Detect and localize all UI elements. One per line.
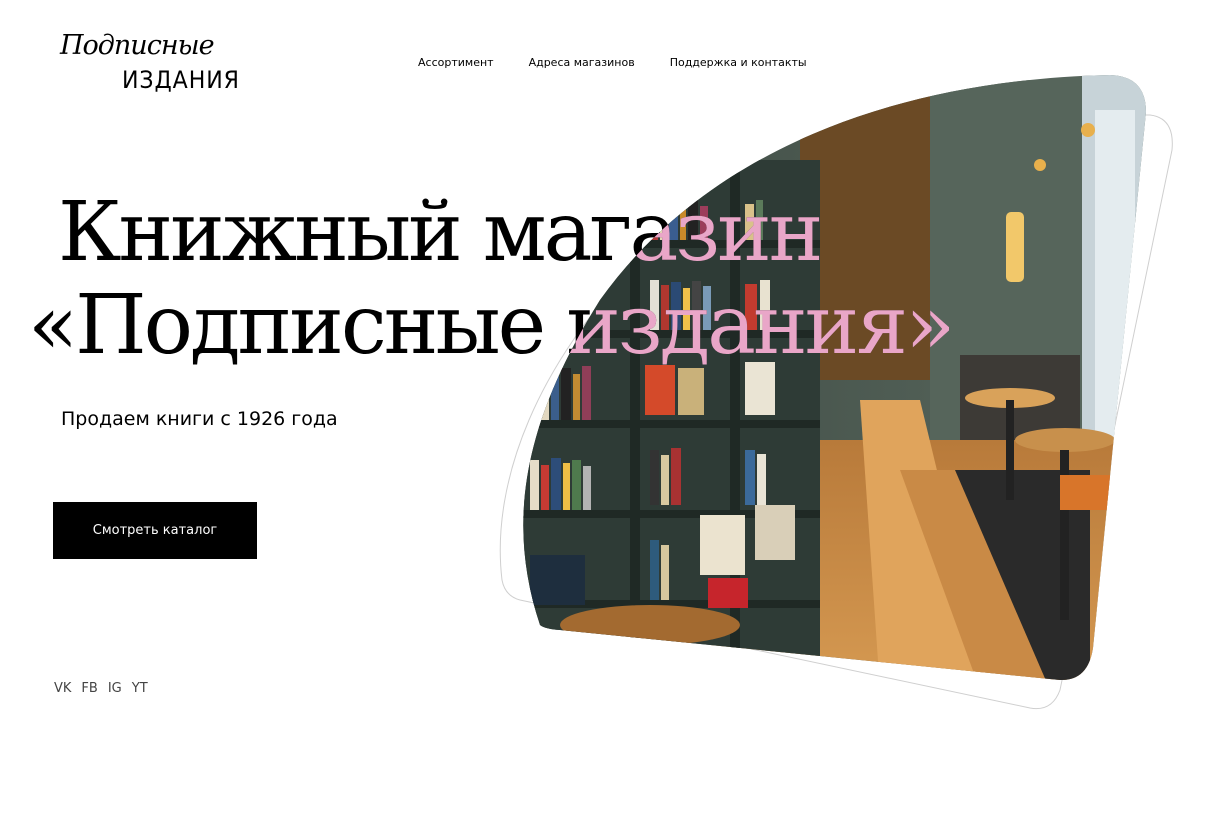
social-links: VK FB IG YT — [54, 681, 148, 696]
view-catalog-button[interactable]: Смотреть каталог — [53, 502, 257, 559]
social-link-vk[interactable]: VK — [54, 681, 71, 696]
hero-subtitle: Продаем книги с 1926 года — [61, 408, 338, 430]
social-link-ig[interactable]: IG — [108, 681, 122, 696]
social-link-fb[interactable]: FB — [81, 681, 97, 696]
social-link-yt[interactable]: YT — [132, 681, 148, 696]
